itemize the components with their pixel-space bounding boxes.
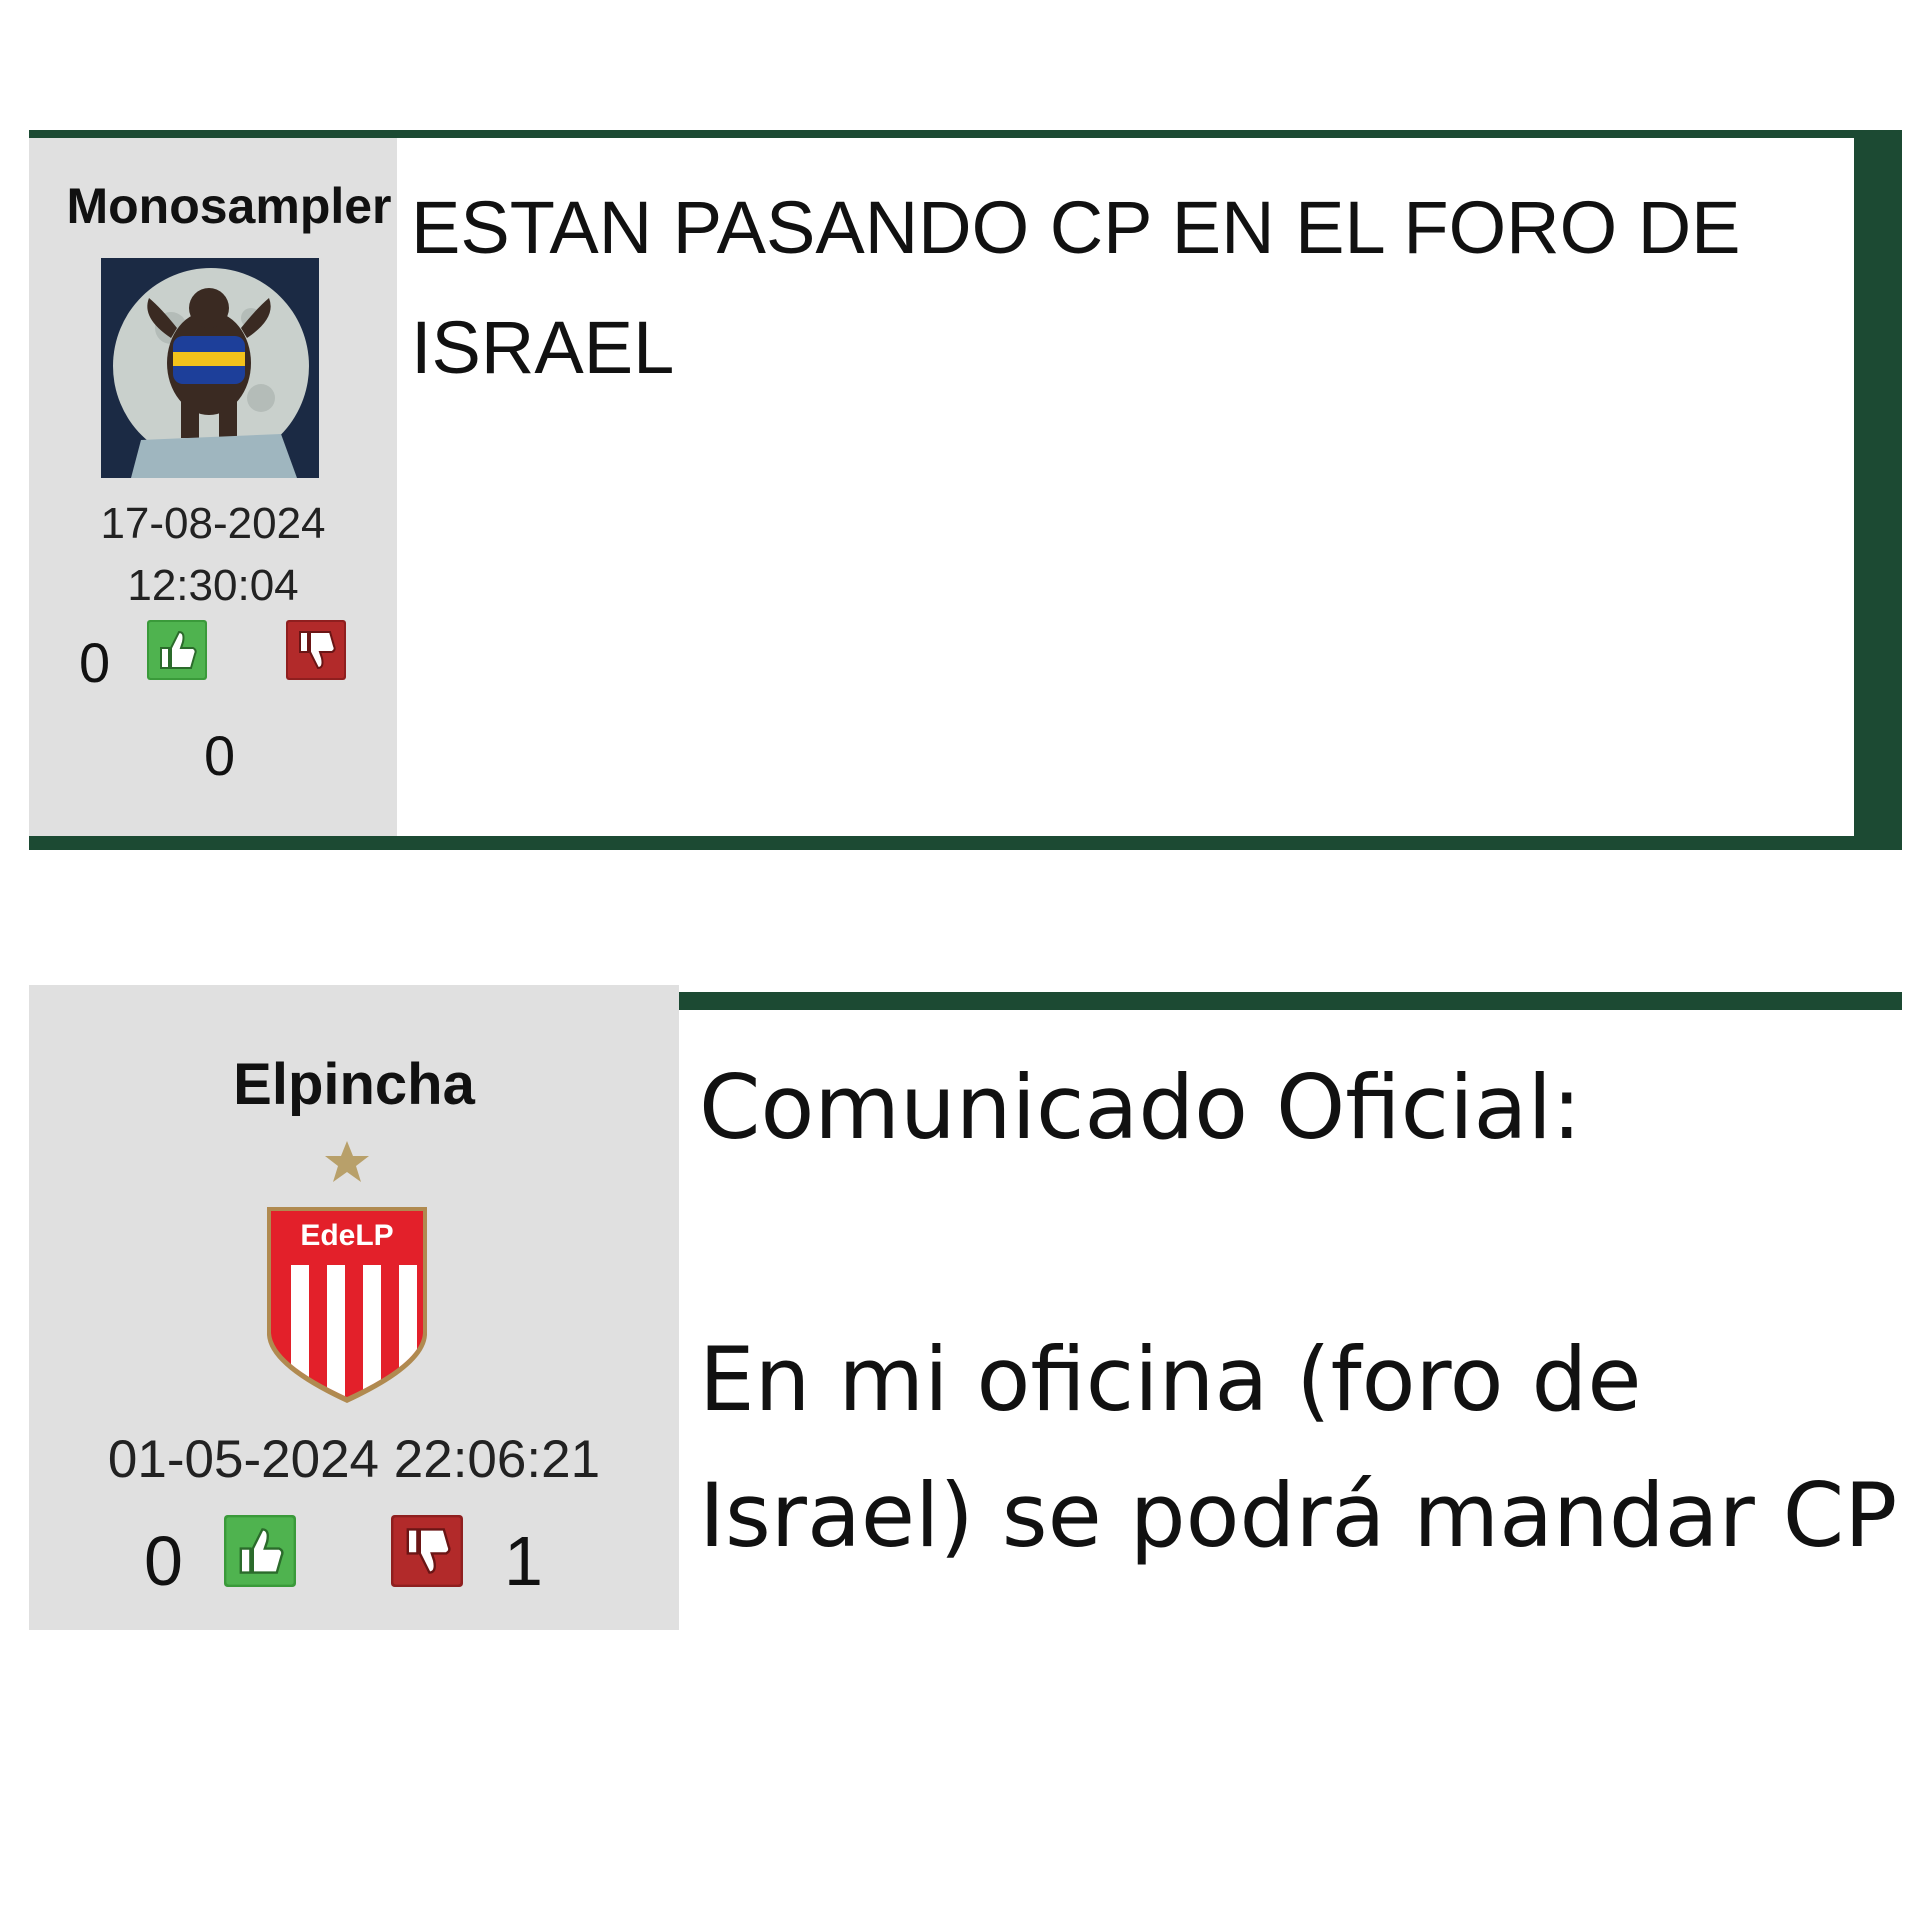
forum-post: Monosampler 17-08-2024 12:30:04 0 0 ESTA…: [29, 130, 1902, 850]
thumbs-down-icon[interactable]: [286, 620, 346, 680]
author-username[interactable]: Monosampler: [29, 178, 397, 234]
post-body-heading: Comunicado Oficial:: [699, 1056, 1582, 1159]
post-time: 12:30:04: [127, 561, 299, 610]
post-timestamp: 17-08-2024 12:30:04: [29, 493, 397, 617]
thumbs-down-icon[interactable]: [391, 1515, 463, 1587]
likes-count: 0: [144, 1522, 183, 1600]
post-author-panel: Monosampler 17-08-2024 12:30:04 0 0: [29, 138, 397, 836]
post-body: Comunicado Oficial: En mi oficina (foro …: [699, 1040, 1899, 1584]
forum-post: Elpincha EdeLP 01-05-2024 22:06:21 0 1 C…: [29, 985, 1902, 1635]
post-timestamp: 01-05-2024 22:06:21: [107, 1430, 601, 1489]
post-author-panel: Elpincha EdeLP 01-05-2024 22:06:21 0 1: [29, 985, 679, 1630]
dislikes-count: 1: [504, 1522, 543, 1600]
likes-count: 0: [79, 631, 111, 694]
post-body: ESTAN PASANDO CP EN EL FORO DE ISRAEL: [411, 186, 1741, 389]
dislikes-count: 0: [204, 724, 236, 787]
thumbs-up-icon[interactable]: [224, 1515, 296, 1587]
thumbs-up-icon[interactable]: [147, 620, 207, 680]
vote-controls: 0 0: [29, 620, 397, 787]
shield-text: EdeLP: [300, 1219, 393, 1252]
post-date: 17-08-2024: [100, 499, 326, 548]
star-icon: [322, 1137, 372, 1187]
vote-controls: 0 1: [29, 1515, 679, 1615]
gorilla-avatar-icon[interactable]: [101, 258, 319, 478]
estudiantes-shield-icon[interactable]: EdeLP: [261, 1203, 433, 1403]
author-username[interactable]: Elpincha: [29, 1052, 679, 1118]
post-body-text: En mi oficina (foro de Israel) se podrá …: [699, 1328, 1898, 1567]
